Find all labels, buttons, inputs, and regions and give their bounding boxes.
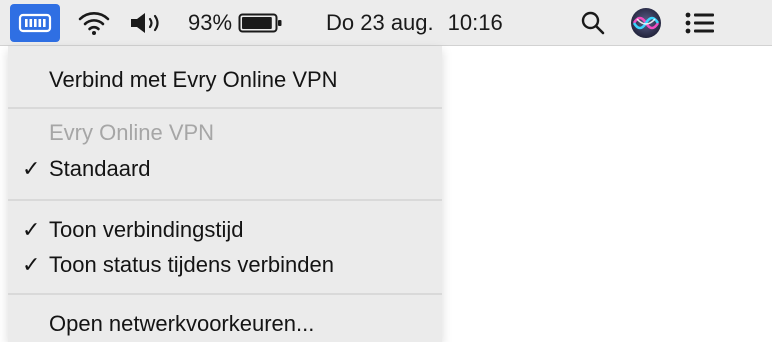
menu-header-config: Evry Online VPN [8,115,442,151]
menu-item-label: Toon verbindingstijd [49,217,244,242]
menu-item-show-connect-time[interactable]: ✓ Toon verbindingstijd [8,212,442,248]
vpn-menu-extra[interactable] [10,4,60,42]
spotlight-button[interactable] [576,0,610,46]
clock-time: 10:16 [447,10,503,35]
menu-item-label: Verbind met Evry Online VPN [49,67,338,92]
battery-menu-extra[interactable]: 93% [188,0,284,46]
checkmark-icon: ✓ [22,252,41,277]
volume-menu-extra[interactable] [126,0,170,46]
menu-separator [8,107,442,109]
menu-item-show-status[interactable]: ✓ Toon status tijdens verbinden [8,247,442,283]
battery-level-fill [242,17,272,29]
menu-header-label: Evry Online VPN [49,120,215,145]
siri-icon [631,8,661,38]
clock-date: Do 23 aug. [326,10,434,35]
menu-item-label: Standaard [49,156,151,181]
speaker-icon [131,13,159,33]
wifi-icon [78,12,110,35]
menu-item-label: Open netwerkvoorkeuren... [49,311,315,336]
list-icon [685,12,714,34]
battery-percent: 93% [188,10,233,35]
menu-item-label: Toon status tijdens verbinden [49,252,334,277]
menu-separator [8,293,442,295]
checkmark-icon: ✓ [22,156,41,181]
menu-item-standard[interactable]: ✓ Standaard [8,151,442,187]
clock-menu-extra[interactable]: Do 23 aug. 10:16 [326,0,503,46]
notification-center-button[interactable] [682,0,718,46]
battery-icon [238,13,282,33]
menu-bar: 93% Do 23 aug. 10:16 [0,0,772,46]
search-icon [581,11,605,35]
menu-item-connect-vpn[interactable]: Verbind met Evry Online VPN [8,62,442,98]
menu-separator [8,199,442,201]
menu-item-open-network-prefs[interactable]: Open netwerkvoorkeuren... [8,306,442,342]
siri-button[interactable] [628,0,664,46]
checkmark-icon: ✓ [22,217,41,242]
vpn-dropdown-menu: Verbind met Evry Online VPN Evry Online … [8,46,442,342]
vpn-icon [18,13,52,33]
wifi-menu-extra[interactable] [74,0,114,46]
